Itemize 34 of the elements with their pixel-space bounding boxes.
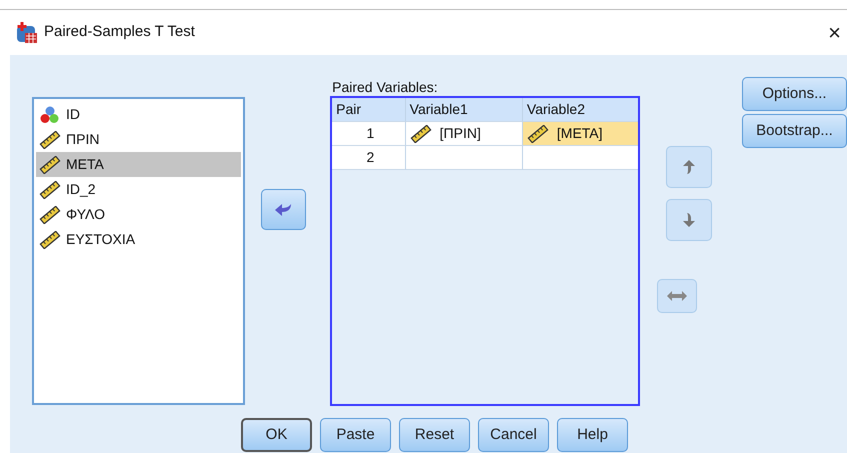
window-title: Paired-Samples T Test (44, 22, 195, 42)
table-cell[interactable]: [ΠΡΙΝ] (406, 122, 523, 146)
arrow-icon (683, 159, 696, 175)
double-arrow-icon (667, 291, 688, 301)
move-button[interactable] (261, 189, 306, 230)
table-cell[interactable]: [ΜΕΤΑ] (522, 122, 638, 146)
paired-variables-table[interactable]: Pair Variable1 Variable2 1 [ΠΡΙΝ] [ΜΕΤΑ] 2 (330, 96, 640, 406)
table-cell: 1 (332, 122, 406, 146)
app-icon (16, 22, 38, 44)
dialog-button[interactable]: OK (241, 418, 312, 452)
field-label: Paired Variables: (332, 78, 439, 96)
dialog-button[interactable]: Options... (742, 77, 847, 111)
variable-item[interactable]: ΕΥΣΤΟΧΙΑ (36, 227, 242, 252)
dialog-button[interactable]: Reset (399, 418, 470, 452)
circles-icon (39, 106, 61, 124)
table-cell[interactable] (522, 146, 638, 170)
column-header: Pair (332, 98, 406, 122)
variable-item[interactable]: ID_2 (36, 177, 242, 202)
variable-item[interactable]: ΦΥΛΟ (36, 202, 242, 227)
variable-list[interactable]: ID ΠΡΙΝ ΜΕΤΑ ID_2 ΦΥΛΟ ΕΥΣΤΟΧΙΑ (32, 97, 246, 405)
variable-item[interactable]: ID (36, 102, 242, 127)
dialog-button[interactable]: Paste (320, 418, 391, 452)
table-cell[interactable] (406, 146, 523, 170)
dialog-button[interactable]: Cancel (478, 418, 549, 452)
table-cell: 2 (332, 146, 406, 170)
arrow-icon (274, 202, 294, 218)
column-header: Variable1 (406, 98, 523, 122)
arrow-icon (683, 212, 696, 228)
variable-item[interactable]: ΜΕΤΑ (36, 152, 242, 177)
column-header: Variable2 (522, 98, 638, 122)
dialog-button[interactable]: Bootstrap... (742, 114, 847, 148)
dialog-button[interactable]: Help (557, 418, 628, 452)
variable-item[interactable]: ΠΡΙΝ (36, 127, 242, 152)
close-button[interactable]: × (822, 22, 847, 44)
